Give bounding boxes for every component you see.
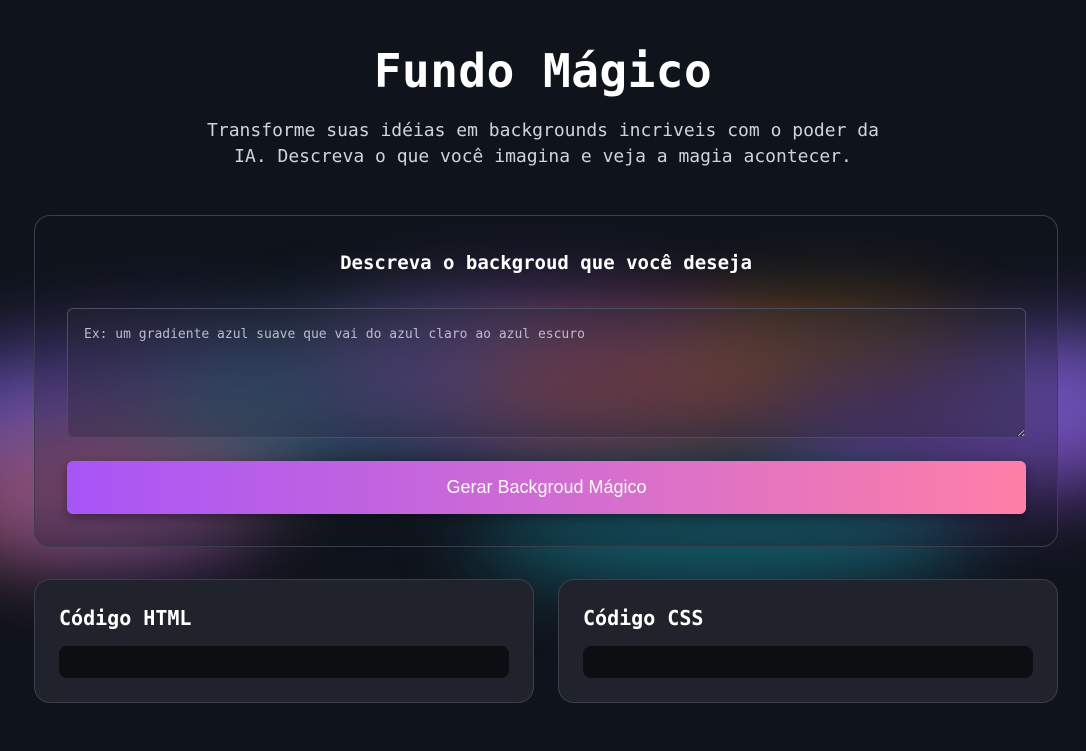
page-subtitle: Transforme suas idéias em backgrounds in… — [207, 120, 879, 167]
page-title: Fundo Mágico — [373, 44, 713, 98]
generate-background-button[interactable]: Gerar Backgroud Mágico — [67, 461, 1026, 514]
html-code-title: Código HTML — [59, 606, 192, 630]
prompt-input[interactable] — [67, 308, 1026, 438]
generator-heading: Descreva o backgroud que você deseja — [340, 252, 752, 274]
css-code-title: Código CSS — [583, 606, 704, 630]
css-code-card: Código CSS — [558, 579, 1058, 703]
html-code-card: Código HTML — [34, 579, 534, 703]
generator-card: Descreva o backgroud que você deseja Ger… — [34, 215, 1058, 547]
html-code-block[interactable] — [59, 646, 509, 678]
css-code-block[interactable] — [583, 646, 1033, 678]
